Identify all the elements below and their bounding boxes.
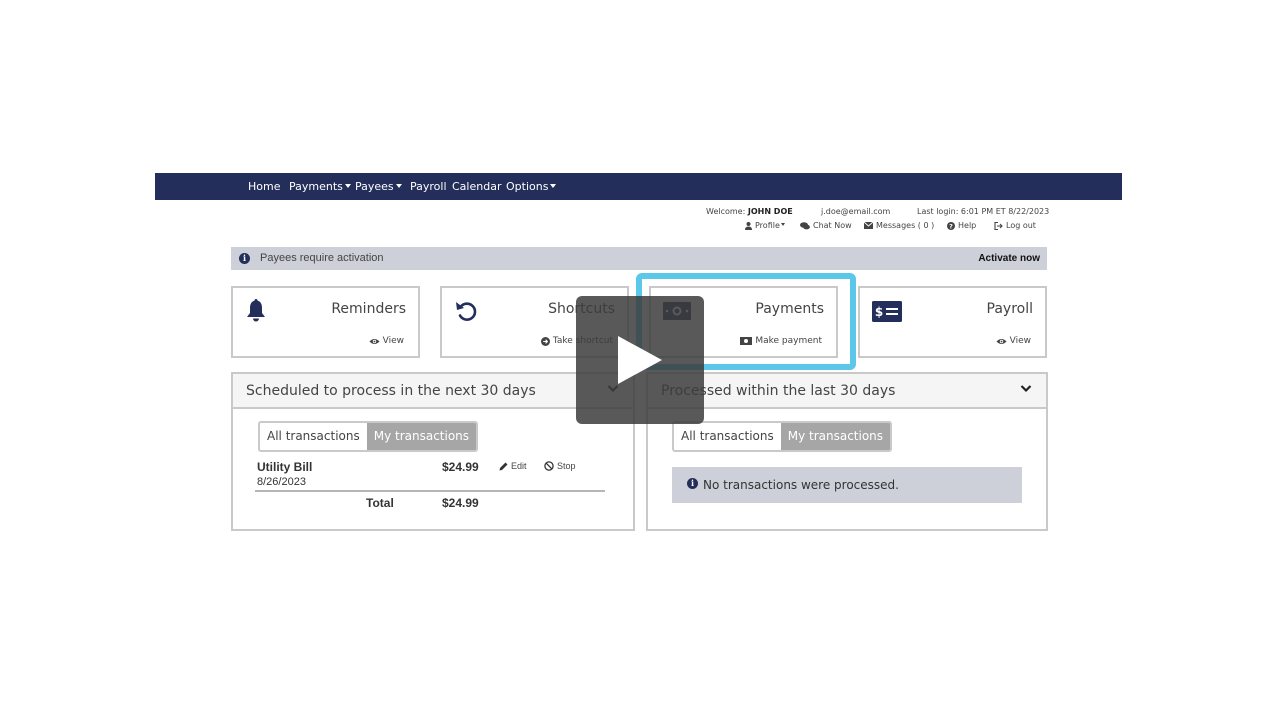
check-dollar-icon: $ bbox=[872, 301, 902, 322]
welcome-label: Welcome: bbox=[706, 207, 746, 216]
reminders-card[interactable]: Reminders View bbox=[231, 286, 420, 358]
transaction-amount: $24.99 bbox=[442, 460, 479, 474]
nav-options-label: Options bbox=[506, 180, 549, 193]
no-transactions-message: i No transactions were processed. bbox=[672, 467, 1022, 503]
envelope-icon bbox=[864, 222, 873, 229]
info-circle-icon: i bbox=[687, 478, 698, 489]
caret-down-icon bbox=[395, 184, 402, 188]
user-icon bbox=[745, 221, 752, 230]
svg-text:$: $ bbox=[875, 305, 883, 319]
chevron-down-icon[interactable] bbox=[1020, 384, 1032, 393]
all-transactions-tab[interactable]: All transactions bbox=[674, 423, 781, 450]
nav-payments[interactable]: Payments bbox=[289, 173, 351, 200]
scheduled-panel-header[interactable]: Scheduled to process in the next 30 days bbox=[233, 374, 633, 409]
profile-link[interactable]: Profile bbox=[745, 221, 785, 230]
arrow-circle-right-icon bbox=[540, 336, 550, 346]
user-name: JOHN DOE bbox=[747, 207, 793, 216]
nav-payments-label: Payments bbox=[289, 180, 343, 193]
total-label: Total bbox=[366, 496, 394, 510]
nav-calendar-label: Calendar bbox=[452, 180, 502, 193]
info-circle-icon: i bbox=[239, 253, 250, 264]
divider bbox=[255, 490, 605, 492]
nav-payees[interactable]: Payees bbox=[355, 173, 402, 200]
svg-text:?: ? bbox=[949, 222, 953, 230]
caret-down-icon bbox=[344, 184, 351, 188]
edit-label: Edit bbox=[511, 461, 527, 471]
nav-payees-label: Payees bbox=[355, 180, 394, 193]
activation-alert: i Payees require activation Activate now bbox=[231, 247, 1047, 270]
bell-icon bbox=[247, 299, 265, 322]
chat-icon bbox=[800, 221, 810, 229]
messages-link[interactable]: Messages ( 0 ) bbox=[864, 221, 934, 230]
user-email: j.doe@email.com bbox=[821, 207, 891, 216]
edit-transaction-button[interactable]: Edit bbox=[499, 461, 527, 471]
reminders-view-link[interactable]: View bbox=[369, 336, 404, 346]
messages-label: Messages ( 0 ) bbox=[876, 221, 935, 230]
scheduled-panel-title: Scheduled to process in the next 30 days bbox=[246, 383, 536, 399]
undo-icon bbox=[456, 302, 477, 321]
all-transactions-tab[interactable]: All transactions bbox=[260, 423, 367, 450]
question-circle-icon: ? bbox=[947, 221, 955, 230]
reminders-view-label: View bbox=[382, 336, 404, 346]
last-login: Last login: 6:01 PM ET 8/22/2023 bbox=[917, 207, 1050, 216]
logout-link[interactable]: Log out bbox=[994, 221, 1036, 230]
nav-payroll-label: Payroll bbox=[410, 180, 447, 193]
processed-panel-header[interactable]: Processed within the last 30 days bbox=[648, 374, 1046, 409]
welcome-text: Welcome: JOHN DOE bbox=[706, 207, 793, 216]
transaction-date: 8/26/2023 bbox=[257, 476, 306, 488]
nav-options[interactable]: Options bbox=[506, 173, 557, 200]
help-label: Help bbox=[958, 221, 977, 230]
payroll-card[interactable]: $ Payroll View bbox=[858, 286, 1047, 358]
ban-icon bbox=[544, 461, 554, 471]
payroll-view-label: View bbox=[1009, 336, 1031, 346]
chat-now-label: Chat Now bbox=[813, 221, 852, 230]
reminders-title: Reminders bbox=[331, 301, 406, 317]
transaction-payee[interactable]: Utility Bill bbox=[257, 460, 312, 474]
nav-calendar[interactable]: Calendar bbox=[452, 173, 501, 200]
scheduled-transaction-toggle: All transactions My transactions bbox=[258, 421, 479, 452]
chat-now-link[interactable]: Chat Now bbox=[800, 221, 852, 230]
pencil-icon bbox=[499, 462, 508, 470]
my-transactions-tab[interactable]: My transactions bbox=[780, 423, 891, 450]
eye-icon bbox=[369, 338, 380, 344]
payroll-title: Payroll bbox=[986, 301, 1033, 317]
eye-icon bbox=[996, 338, 1007, 344]
top-navbar: Home Payments Payees Payroll Calendar Op… bbox=[155, 173, 1122, 200]
processed-transaction-toggle: All transactions My transactions bbox=[672, 421, 893, 452]
my-transactions-tab[interactable]: My transactions bbox=[366, 423, 477, 450]
nav-home[interactable]: Home bbox=[248, 173, 280, 200]
stop-label: Stop bbox=[557, 461, 576, 471]
activate-now-link[interactable]: Activate now bbox=[978, 247, 1040, 270]
sign-out-icon bbox=[994, 221, 1003, 230]
logout-label: Log out bbox=[1006, 221, 1036, 230]
alert-text: Payees require activation bbox=[260, 252, 384, 264]
payroll-view-link[interactable]: View bbox=[996, 336, 1031, 346]
nav-home-label: Home bbox=[248, 180, 281, 193]
video-play-button[interactable] bbox=[576, 296, 704, 424]
processed-panel: Processed within the last 30 days All tr… bbox=[646, 372, 1048, 531]
caret-down-icon bbox=[780, 223, 785, 226]
nav-payroll[interactable]: Payroll bbox=[410, 173, 447, 200]
total-amount: $24.99 bbox=[442, 496, 479, 510]
play-icon bbox=[618, 336, 662, 384]
caret-down-icon bbox=[550, 184, 557, 188]
profile-label: Profile bbox=[755, 221, 780, 230]
stop-transaction-button[interactable]: Stop bbox=[544, 461, 576, 471]
help-link[interactable]: ? Help bbox=[947, 221, 976, 230]
no-transactions-text: No transactions were processed. bbox=[703, 478, 899, 492]
scheduled-panel: Scheduled to process in the next 30 days… bbox=[231, 372, 635, 531]
